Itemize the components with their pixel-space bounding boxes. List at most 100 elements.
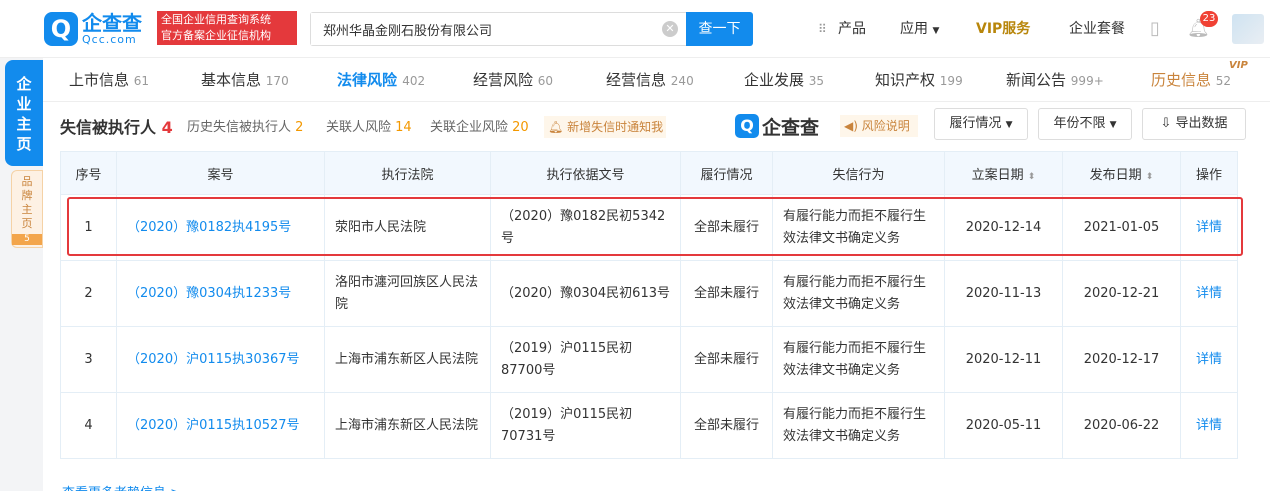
clear-icon[interactable]: ✕ [662,21,678,37]
caret-down-icon: ▼ [1005,120,1013,130]
side-char: 主 [16,115,32,133]
tab-label: 上市信息 [69,71,130,89]
filter-performance[interactable]: 履行情况 ▼ [934,108,1028,140]
side-tab-brand[interactable]: 品 牌 主 页 5 [11,170,43,248]
history-count: 2 [295,120,304,135]
tab-development[interactable]: 企业发展 35 [744,58,824,102]
nav-apps-label: 应用 [900,21,928,37]
cell-status: 全部未履行 [680,326,773,393]
nav-package[interactable]: 企业套餐 [1069,0,1125,58]
cell-basis: （2020）豫0304民初613号 [490,260,681,327]
cell-case-link[interactable]: （2020）沪0115执10527号 [116,392,325,459]
col-filed-label: 立案日期 [971,167,1024,183]
risk-explain-button[interactable]: ◀) 风险说明 [840,115,918,137]
tab-legal-risk[interactable]: 法律风险 402 [337,58,425,102]
detail-link[interactable]: 详情 [1180,326,1238,393]
history-dishonest-link[interactable]: 历史失信被执行人 2 [187,118,303,138]
notification-count: 23 [1200,11,1218,27]
related-company-count: 20 [512,120,529,135]
nav-products[interactable]: 产品 [838,0,866,58]
col-filed[interactable]: 立案日期 ⬍ [944,151,1063,195]
export-button[interactable]: ⇩ 导出数据 [1142,108,1246,140]
bell-icon[interactable]: 🔔︎ [1187,0,1210,58]
col-case: 案号 [116,151,325,195]
table-row: 2 （2020）豫0304执1233号 洛阳市瀍河回族区人民法院 （2020）豫… [60,260,1238,327]
cell-basis: （2020）豫0182民初5342号 [490,194,681,261]
search-box: ✕ [310,12,686,46]
phone-icon[interactable]: ▯ [1150,0,1160,58]
brand-count: 5 [12,234,42,245]
tab-basic[interactable]: 基本信息 170 [201,58,289,102]
side-char: 页 [16,135,32,153]
top-bar: Q 企查查 Qcc.com 全国企业信用查询系统 官方备案企业征信机构 ✕ 查一… [0,0,1270,58]
related-company-risk-link[interactable]: 关联企业风险 20 [430,118,529,138]
cell-behavior: 有履行能力而拒不履行生效法律文书确定义务 [772,194,945,261]
cell-behavior: 有履行能力而拒不履行生效法律文书确定义务 [772,260,945,327]
side-char: 业 [16,95,32,113]
search-input[interactable] [311,13,651,45]
detail-link[interactable]: 详情 [1180,392,1238,459]
nav-vip[interactable]: VIP服务 [976,0,1030,58]
risk-label: 风险说明 [861,119,910,133]
search-button[interactable]: 查一下 [686,12,753,46]
col-behavior: 失信行为 [772,151,945,195]
tab-history[interactable]: 历史信息 52 [1151,58,1231,102]
col-action: 操作 [1180,151,1238,195]
filter-year[interactable]: 年份不限 ▼ [1038,108,1132,140]
tab-count: 199 [939,74,963,88]
history-label: 历史失信被执行人 [187,120,292,135]
cell-basis: （2019）沪0115民初70731号 [490,392,681,459]
vip-tag: VIP [1229,60,1248,71]
official-badge[interactable]: 全国企业信用查询系统 官方备案企业征信机构 [157,11,297,45]
tab-listing[interactable]: 上市信息 61 [69,58,149,102]
section-title: 失信被执行人 4 [60,118,173,138]
col-no: 序号 [60,151,117,195]
cell-published: 2020-12-21 [1062,260,1181,327]
related-person-count: 14 [395,120,412,135]
tab-news[interactable]: 新闻公告 999+ [1006,58,1104,102]
tab-business-info[interactable]: 经营信息 240 [606,58,694,102]
col-published[interactable]: 发布日期 ⬍ [1062,151,1181,195]
tab-label: 企业发展 [744,71,805,89]
related-person-label: 关联人风险 [326,120,392,135]
table-row: 1 （2020）豫0182执4195号 荥阳市人民法院 （2020）豫0182民… [60,194,1238,261]
col-basis: 执行依据文号 [490,151,681,195]
bell-small-icon: 🔔︎ [548,120,564,134]
side-char: 主 [21,203,33,216]
cell-no: 1 [60,194,117,261]
cell-case-link[interactable]: （2020）豫0304执1233号 [116,260,325,327]
badge-line1: 全国企业信用查询系统 [161,13,271,26]
tab-count: 402 [402,74,426,88]
tab-bar: 上市信息 61 基本信息 170 法律风险 402 经营风险 60 经营信息 2… [43,58,1270,102]
detail-link[interactable]: 详情 [1180,194,1238,261]
side-char: 牌 [21,189,33,202]
tab-count: 170 [265,74,289,88]
related-person-risk-link[interactable]: 关联人风险 14 [326,118,412,138]
cell-published: 2020-06-22 [1062,392,1181,459]
notify-label: 新增失信时通知我 [567,120,664,134]
cell-case-link[interactable]: （2020）沪0115执30367号 [116,326,325,393]
side-tab-company[interactable]: 企 业 主 页 [5,60,43,166]
cell-filed: 2020-12-11 [944,326,1063,393]
qcc-logo[interactable]: Q 企查查 Qcc.com [44,9,154,49]
notify-button[interactable]: 🔔︎ 新增失信时通知我 [544,116,666,138]
detail-link[interactable]: 详情 [1180,260,1238,327]
qcc-brand: Q 企查查 [735,112,819,140]
side-char: 品 [21,175,33,188]
tab-business-risk[interactable]: 经营风险 60 [473,58,553,102]
cell-case-link[interactable]: （2020）豫0182执4195号 [116,194,325,261]
more-link[interactable]: 查看更多老赖信息 > [62,482,181,491]
dishonest-table: 序号 案号 执行法院 执行依据文号 履行情况 失信行为 立案日期 ⬍ 发布日期 … [60,151,1238,459]
nav-apps[interactable]: 应用 ▼ [900,0,939,58]
logo-cn: 企查查 [82,10,142,35]
tab-ip[interactable]: 知识产权 199 [875,58,963,102]
cell-no: 2 [60,260,117,327]
main-panel: 上市信息 61 基本信息 170 法律风险 402 经营风险 60 经营信息 2… [43,58,1270,491]
tab-label: 经营信息 [606,71,667,89]
avatar[interactable] [1232,14,1264,44]
logo-text: 企查查 Qcc.com [82,13,142,46]
sort-icon: ⬍ [1145,171,1154,182]
section-title-count: 4 [161,118,173,137]
cell-status: 全部未履行 [680,392,773,459]
col-court: 执行法院 [324,151,491,195]
